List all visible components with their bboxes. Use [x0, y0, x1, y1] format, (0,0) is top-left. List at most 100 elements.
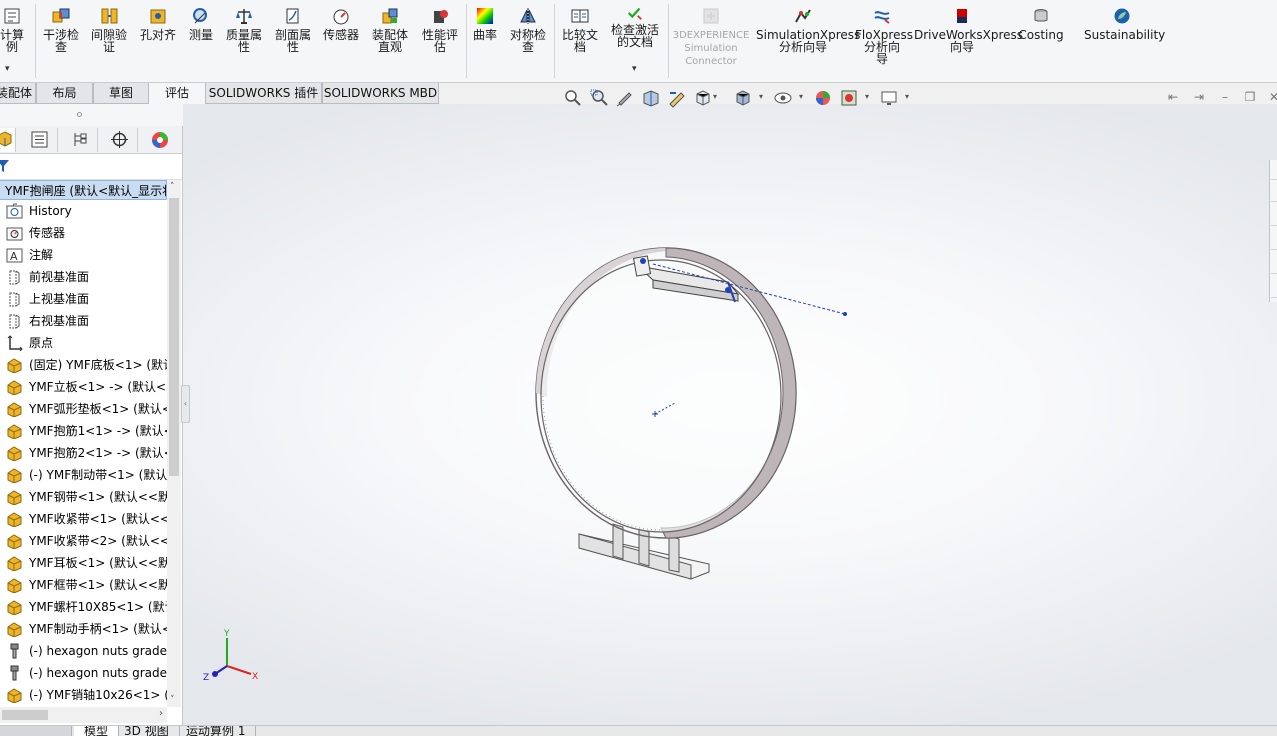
tab-dimxpertmanager[interactable] — [100, 128, 138, 152]
costing-button[interactable]: Costing — [1018, 6, 1064, 41]
task-pane-file-explorer-tab[interactable] — [1271, 206, 1277, 226]
check-active-document-button[interactable]: 检查激活 的文档 — [606, 4, 664, 48]
tree-item[interactable]: (-) YMF销轴10x26<1> (默认<<默认>_显示状态 1>) — [0, 684, 167, 706]
tree-item[interactable]: (-) YMF制动带<1> (默认<<默认>_显示状态 1>) — [0, 464, 167, 486]
hide-show-items-icon[interactable] — [773, 88, 793, 108]
tree-item[interactable]: (-) hexagon nuts grade — [0, 662, 167, 684]
tree-item[interactable]: (-) hexagon nuts grade — [0, 640, 167, 662]
tree-item[interactable]: YMF螺杆10X85<1> (默认<<默认>_显示状态 1>) — [0, 596, 167, 618]
tab-evaluate[interactable]: 评估 — [149, 83, 205, 104]
tab-solidworks-mbd[interactable]: SOLIDWORKS MBD — [322, 83, 439, 104]
tab-solidworks-addins[interactable]: SOLIDWORKS 插件 — [205, 83, 322, 104]
apply-scene-dropdown[interactable]: ▾ — [865, 92, 869, 101]
tree-item[interactable]: YMF弧形垫板<1> (默认<<默认>_显示状态 1>) — [0, 398, 167, 420]
performance-evaluation-button[interactable]: 性能评 估 — [416, 6, 464, 53]
filter-icon[interactable] — [0, 158, 10, 174]
tree-item[interactable]: YMF抱筋2<1> -> (默认<<默认>_显示状态 1>) — [0, 442, 167, 464]
tree-item[interactable]: 上视基准面 — [0, 288, 167, 310]
assembly-visualization-button[interactable]: 装配体 直观 — [367, 6, 413, 53]
curvature-button[interactable]: 曲率 — [469, 6, 501, 41]
section-properties-button[interactable]: 剖面属 性 — [270, 6, 316, 53]
calculate-button[interactable]: 计算 例 — [0, 6, 30, 53]
measure-button[interactable]: 测量 — [183, 6, 219, 41]
view-settings-icon[interactable] — [879, 88, 899, 108]
graphics-area[interactable]: Y X Z — [183, 104, 1277, 725]
display-style-icon[interactable] — [733, 88, 753, 108]
tree-item[interactable]: YMF立板<1> -> (默认<<默认>_显示状态 1>) — [0, 376, 167, 398]
tab-scroll-arrows[interactable] — [0, 726, 72, 736]
tab-motion-study-1[interactable]: 运动算例 1 — [176, 726, 257, 736]
task-pane-resources-tab[interactable] — [1271, 160, 1277, 180]
tree-item[interactable]: 原点 — [0, 332, 167, 354]
mass-properties-button[interactable]: 质量属 性 — [221, 6, 267, 53]
tree-horizontal-scrollbar[interactable]: › — [0, 707, 167, 723]
view-orientation-dropdown[interactable]: ▾ — [713, 92, 717, 101]
tree-item[interactable]: YMF收紧带<1> (默认<<默认>_显示状态 1>) — [0, 508, 167, 530]
task-pane-appearances-tab[interactable] — [1271, 254, 1277, 274]
tab-displaymanager[interactable] — [140, 128, 178, 152]
zoom-to-fit-icon[interactable] — [563, 88, 583, 108]
tab-3d-views[interactable]: 3D 视图 — [114, 726, 180, 736]
scroll-down-arrow[interactable]: ˅ — [170, 695, 175, 705]
tab-layout[interactable]: 布局 — [36, 83, 93, 104]
tree-item[interactable]: 前视基准面 — [0, 266, 167, 288]
scroll-up-arrow[interactable]: ˄ — [170, 182, 175, 192]
tree-item[interactable]: 传感器 — [0, 222, 167, 244]
tree-item[interactable]: YMF制动手柄<1> (默认<<默认>_显示状态 1>) — [0, 618, 167, 640]
tree-item[interactable]: YMF框带<1> (默认<<默认>_显示状态 1>) — [0, 574, 167, 596]
panel-collapse-handle[interactable]: ‹ — [181, 385, 190, 423]
tree-item[interactable]: YMF收紧带<2> (默认<<默认>_显示状态 1>) — [0, 530, 167, 552]
check-document-dropdown[interactable]: ▾ — [632, 64, 637, 74]
task-pane-design-library-tab[interactable] — [1271, 182, 1277, 202]
display-style-dropdown[interactable]: ▾ — [759, 92, 763, 101]
minimize-window-icon[interactable]: – — [1218, 90, 1232, 104]
tab-sketch[interactable]: 草图 — [93, 83, 149, 104]
tree-item[interactable]: 右视基准面 — [0, 310, 167, 332]
apply-scene-icon[interactable] — [839, 88, 859, 108]
restore-window-icon[interactable]: ❐ — [1243, 90, 1257, 104]
section-view-icon[interactable] — [641, 88, 661, 108]
tree-root-assembly[interactable]: YMF抱闸座 (默认<默认_显示状态-1>) — [0, 180, 167, 200]
zoom-to-area-icon[interactable] — [589, 88, 609, 108]
sensor-button[interactable]: 传感器 — [319, 6, 363, 41]
driveworksxpress-button[interactable]: DriveWorksXpress 向导 — [914, 6, 1023, 53]
hscrollbar-thumb[interactable] — [2, 710, 48, 720]
previous-viewport-icon[interactable]: ⇤ — [1166, 90, 1180, 104]
clearance-verify-button[interactable]: 间隙验 证 — [86, 6, 132, 53]
next-viewport-icon[interactable]: ⇥ — [1192, 90, 1206, 104]
assembly-model-view[interactable] — [183, 104, 1277, 725]
tab-configurationmanager[interactable] — [60, 128, 98, 152]
hole-alignment-button[interactable]: 孔对齐 — [137, 6, 179, 41]
interference-check-button[interactable]: 干涉检 查 — [38, 6, 84, 53]
previous-view-icon[interactable] — [615, 88, 635, 108]
tab-assembly[interactable]: 装配体 — [0, 83, 36, 104]
symmetry-check-button[interactable]: 对称检 查 — [505, 6, 551, 53]
calculate-dropdown[interactable]: ▾ — [5, 64, 10, 74]
hide-show-dropdown[interactable]: ▾ — [799, 92, 803, 101]
floxpress-button[interactable]: FloXpress 分析向 导 — [855, 6, 913, 65]
tree-item[interactable]: A 注解 — [0, 244, 167, 266]
close-window-icon[interactable]: ✕ — [1267, 90, 1277, 104]
3dexperience-simulation-connector-button[interactable]: 3DEXPERIENCE Simulation Connector — [672, 6, 750, 68]
tree-item[interactable]: YMF钢带<1> (默认<<默认>_显示状态 1>) — [0, 486, 167, 508]
tree-item[interactable]: History — [0, 200, 167, 222]
view-orientation-icon[interactable] — [693, 88, 713, 108]
tab-featuremanager[interactable] — [0, 128, 16, 152]
tree-item[interactable]: YMF耳板<1> (默认<<默认>_显示状态 1>) — [0, 552, 167, 574]
task-pane-view-palette-tab[interactable] — [1271, 230, 1277, 250]
sustainability-button[interactable]: Sustainability — [1084, 6, 1165, 41]
edit-appearance-icon[interactable] — [813, 88, 833, 108]
tab-model[interactable]: 模型 — [74, 726, 120, 736]
scroll-right-arrow[interactable]: › — [159, 708, 163, 719]
simulationxpress-button[interactable]: SimulationXpress 分析向导 — [756, 6, 860, 53]
view-settings-dropdown[interactable]: ▾ — [905, 92, 909, 101]
scrollbar-thumb[interactable] — [169, 198, 179, 476]
panel-grip[interactable] — [0, 104, 183, 126]
tab-propertymanager[interactable] — [20, 128, 58, 152]
tree-item[interactable]: YMF抱筋1<1> -> (默认<<默认>_显示状态 1>) — [0, 420, 167, 442]
task-pane-custom-properties-tab[interactable] — [1271, 278, 1277, 298]
tree-vertical-scrollbar[interactable]: ˄ ˅ — [167, 180, 181, 707]
compare-documents-button[interactable]: 比较文 档 — [557, 6, 603, 53]
dynamic-annotation-view-icon[interactable] — [667, 88, 687, 108]
tree-item[interactable]: (固定) YMF底板<1> (默认<<默认>_显示状态 1>) — [0, 354, 167, 376]
